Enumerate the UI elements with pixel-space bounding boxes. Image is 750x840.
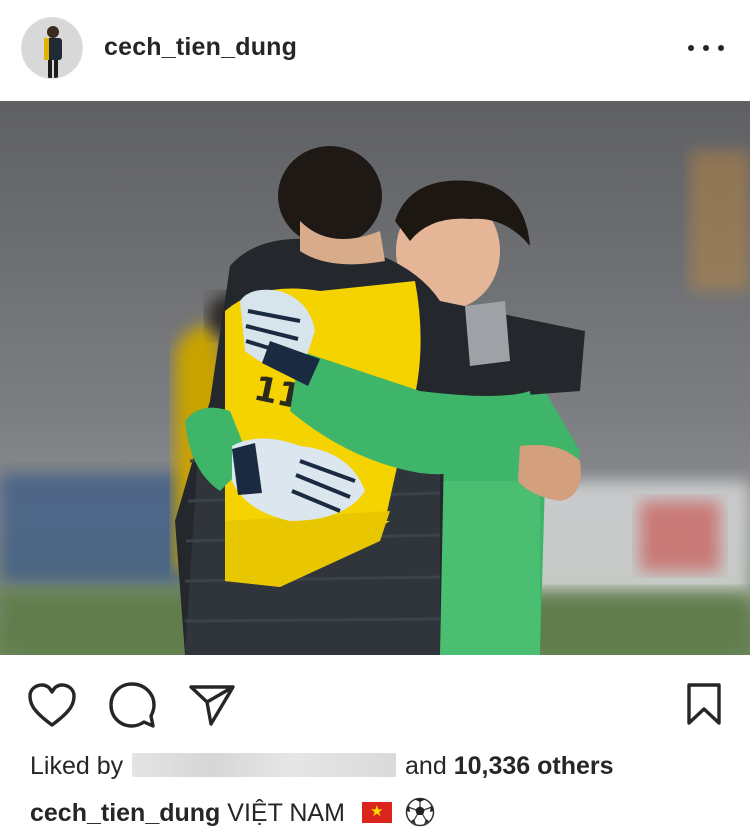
post-header: cech_tien_dung — [0, 0, 750, 100]
players-embracing-image: 11 — [0, 101, 750, 655]
caption-text: VIỆT NAM — [227, 799, 345, 827]
instagram-post: cech_tien_dung 11 Liked by and 10,336 ot… — [0, 0, 750, 840]
likes-count[interactable]: 10,336 others — [454, 752, 614, 780]
heart-icon[interactable] — [27, 682, 77, 728]
header-username[interactable]: cech_tien_dung — [104, 33, 297, 62]
vietnam-flag-icon — [361, 801, 392, 823]
post-caption: cech_tien_dung VIỆT NAM — [30, 797, 435, 828]
likes-summary[interactable]: Liked by and 10,336 others — [30, 752, 614, 781]
direct-share-icon[interactable] — [188, 683, 236, 727]
caption-username[interactable]: cech_tien_dung — [30, 799, 220, 827]
likes-prefix: Liked by — [30, 752, 124, 780]
more-options-icon[interactable] — [688, 40, 724, 56]
avatar[interactable] — [21, 17, 83, 79]
post-photo[interactable]: 11 — [0, 101, 750, 655]
avatar-image — [22, 18, 82, 78]
blurred-username — [132, 753, 397, 777]
soccer-ball-icon — [405, 797, 435, 827]
likes-middle: and — [405, 752, 447, 780]
comment-icon[interactable] — [108, 681, 156, 729]
bookmark-icon[interactable] — [686, 682, 722, 726]
